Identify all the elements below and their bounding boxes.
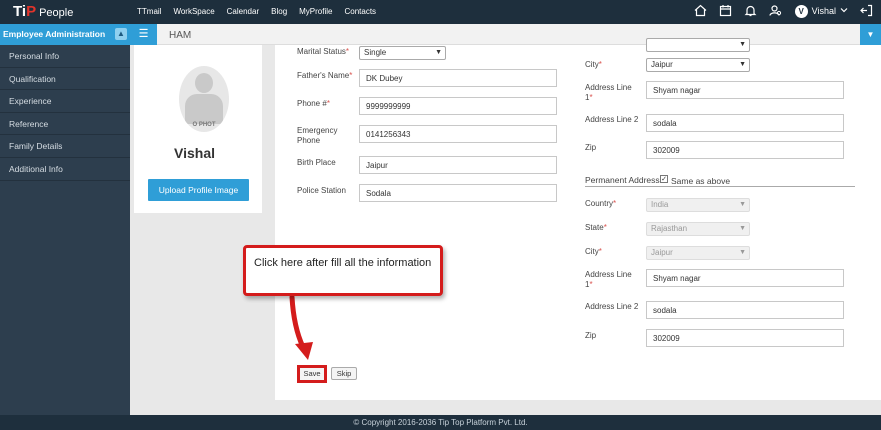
footer: © Copyright 2016-2036 Tip Top Platform P… [0, 415, 881, 430]
skip-button[interactable]: Skip [331, 367, 357, 380]
instruction-callout: Click here after fill all the informatio… [243, 245, 443, 296]
save-button[interactable]: Save [297, 365, 327, 383]
annotation-arrow [289, 294, 313, 360]
